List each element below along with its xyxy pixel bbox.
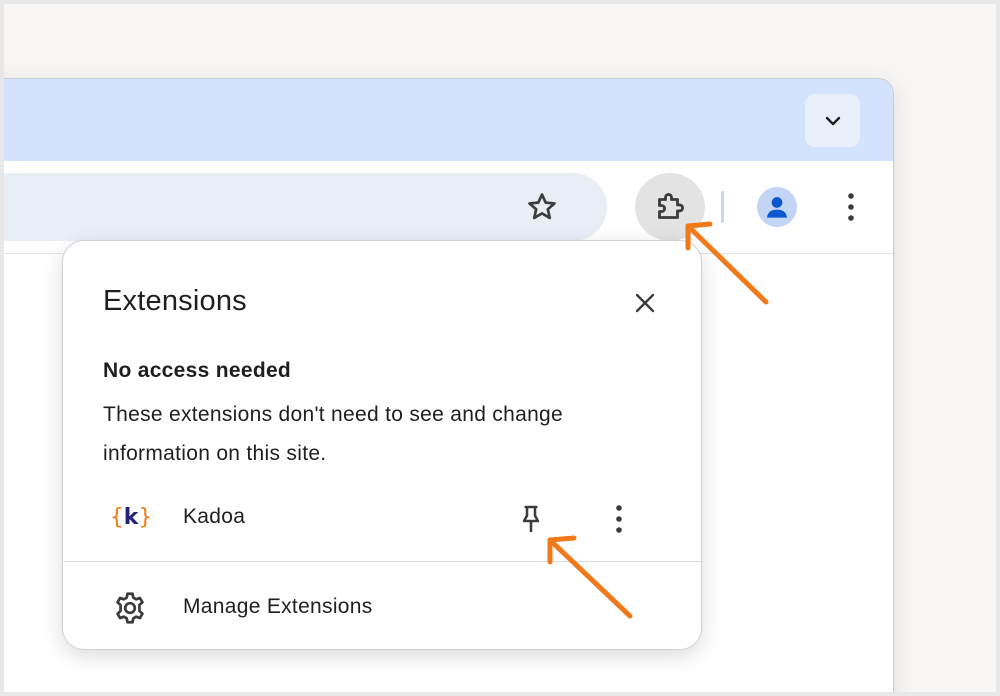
section-description: These extensions don't need to see and c… bbox=[103, 403, 564, 465]
person-icon bbox=[767, 197, 787, 218]
section-heading: No access needed bbox=[103, 359, 292, 382]
manage-extensions-label: Manage Extensions bbox=[183, 595, 373, 618]
extension-name: Kadoa bbox=[183, 505, 246, 528]
bookmark-star-button[interactable] bbox=[520, 185, 564, 229]
extension-more-button[interactable] bbox=[599, 499, 639, 539]
chevron-down-icon bbox=[825, 116, 840, 125]
more-vert-icon bbox=[616, 505, 622, 533]
kadoa-logo-letter: k bbox=[123, 504, 139, 530]
popup-title: Extensions bbox=[103, 285, 247, 317]
profile-button[interactable] bbox=[757, 187, 797, 227]
gear-icon-wrap bbox=[111, 589, 149, 627]
gear-icon bbox=[116, 592, 144, 624]
close-icon bbox=[635, 293, 655, 313]
screenshot-frame: Extensions No access needed These extens… bbox=[0, 0, 1000, 696]
toolbar-divider bbox=[721, 191, 724, 223]
manage-extensions-item[interactable]: Manage Extensions bbox=[63, 581, 701, 633]
extensions-toolbar-button[interactable] bbox=[635, 173, 705, 241]
tab-strip bbox=[4, 79, 893, 161]
kadoa-logo-left-brace: { bbox=[109, 504, 124, 530]
more-vert-icon bbox=[848, 193, 854, 221]
extensions-popup: Extensions No access needed These extens… bbox=[62, 240, 702, 650]
pin-extension-button[interactable] bbox=[511, 499, 551, 539]
extension-row-kadoa[interactable]: {k} Kadoa bbox=[63, 491, 701, 543]
close-button[interactable] bbox=[627, 285, 663, 321]
pin-icon bbox=[522, 505, 540, 533]
star-icon bbox=[528, 193, 556, 220]
kadoa-logo-icon: {k} bbox=[109, 499, 153, 535]
address-bar[interactable] bbox=[4, 173, 607, 241]
puzzle-icon bbox=[658, 193, 684, 219]
browser-menu-button[interactable] bbox=[831, 185, 871, 229]
kadoa-logo-right-brace: } bbox=[138, 504, 153, 530]
tab-search-button[interactable] bbox=[805, 94, 860, 147]
popup-divider bbox=[63, 561, 701, 562]
